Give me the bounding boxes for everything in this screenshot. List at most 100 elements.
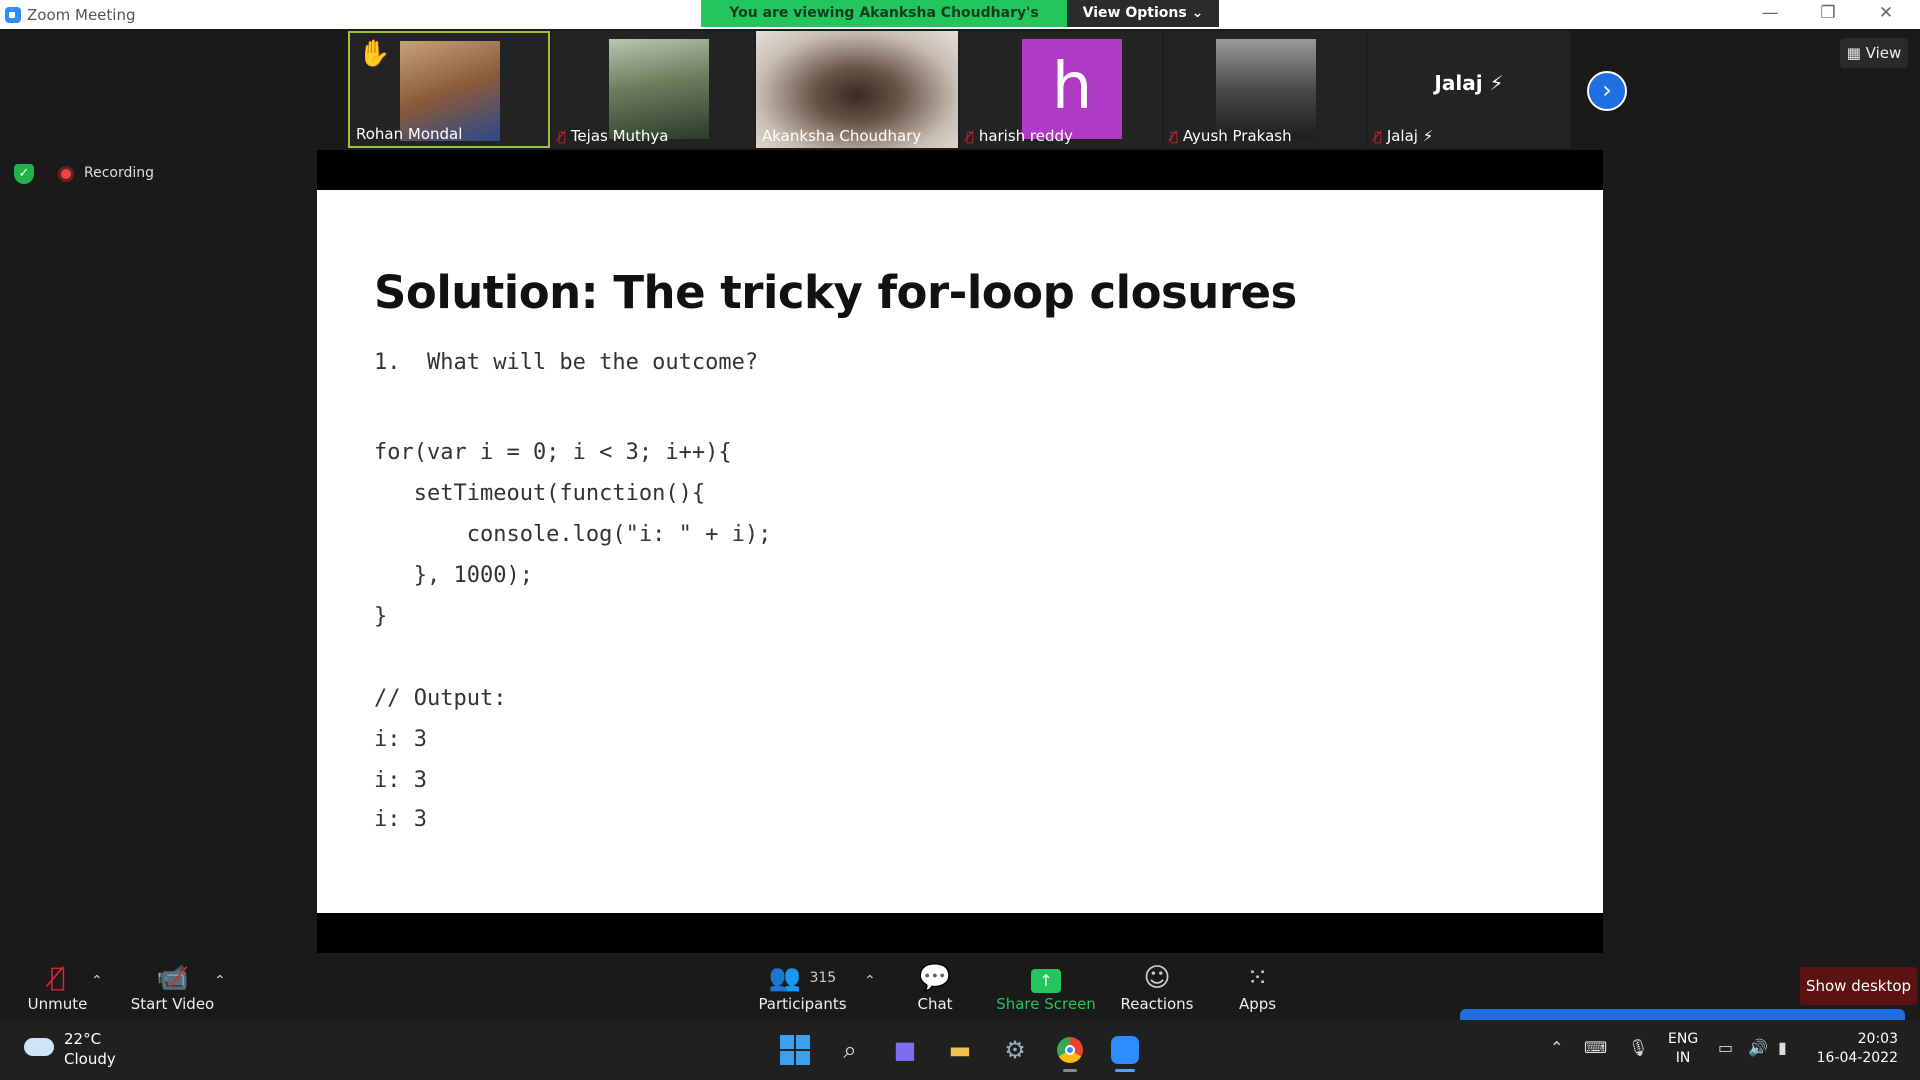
show-desktop-tooltip: Show desktop [1800,967,1917,1005]
share-screen-label: Share Screen [996,995,1096,1013]
tray-overflow-chevron-icon[interactable]: ⌃ [1550,1038,1563,1057]
zoom-logo [1111,1036,1139,1064]
muted-mic-icon: 🎙̸ [966,130,974,145]
participant-name: Rohan Mondal [356,125,463,143]
reactions-icon: ☺ [1143,963,1171,993]
participant-name: Tejas Muthya [570,127,669,145]
unmute-label: Unmute [27,995,88,1013]
teams-chat-icon[interactable]: ■ [889,1034,921,1066]
code-line: }, 1000); [374,563,533,588]
code-line: } [374,604,388,629]
chrome-logo [1057,1037,1083,1063]
participant-name-row: 🎙̸ Tejas Muthya [558,127,669,145]
volume-icon[interactable]: 🔊 [1748,1038,1768,1057]
minimize-button[interactable]: — [1750,3,1790,23]
system-clock[interactable]: 20:03 16-04-2022 [1808,1030,1898,1068]
chat-label: Chat [917,995,953,1013]
participant-tile-ayush[interactable]: 🎙̸ Ayush Prakash [1164,31,1366,148]
participant-name-row: 🎙̸ Jalaj ⚡ [1374,127,1433,145]
windows-taskbar: 22°C Cloudy ⌕ ■ ▬ ⚙ ⌃ ⌨ 🎙 ENG IN ▭ 🔊 ▮ 2… [0,1020,1920,1080]
muted-mic-icon: 🎙̸ [49,963,66,993]
active-indicator [1115,1069,1135,1072]
participants-button[interactable]: 👥 315 Participants [755,961,850,1013]
code-line: setTimeout(function(){ [374,481,706,506]
video-options-chevron-icon[interactable]: ⌃ [214,973,226,989]
lightning-icon: ⚡ [1422,127,1434,145]
shared-slide: Solution: The tricky for-loop closures 1… [317,190,1603,913]
raised-hand-icon: ✋ [358,39,391,69]
chat-button[interactable]: 💬 Chat [905,961,965,1013]
notification-sliver [1460,1009,1905,1020]
participant-name: harish reddy [978,127,1073,145]
chat-icon: 💬 [918,963,952,993]
close-button[interactable]: ✕ [1866,3,1906,23]
reactions-button[interactable]: ☺ Reactions [1117,961,1197,1013]
windows-start-icon[interactable] [779,1034,811,1066]
network-icon[interactable]: ▭ [1718,1038,1733,1057]
unmute-button[interactable]: 🎙̸ Unmute [20,961,95,1013]
participants-icon-row: 👥 315 [755,961,850,995]
view-button-label: View [1865,44,1902,62]
view-button[interactable]: ▦ View [1840,38,1908,68]
code-line: console.log("i: " + i); [374,522,772,547]
participant-tile-harish[interactable]: h 🎙̸ harish reddy [960,31,1162,148]
recording-dot-icon[interactable] [58,166,74,182]
participants-label: Participants [758,995,847,1013]
participants-chevron-icon[interactable]: ⌃ [864,973,876,989]
output-line: i: 3 [374,727,427,752]
search-icon[interactable]: ⌕ [834,1034,866,1066]
participant-tile-jalaj[interactable]: Jalaj ⚡ 🎙̸ Jalaj ⚡ [1368,31,1570,148]
language-indicator[interactable]: ENG IN [1668,1030,1698,1068]
clock-time: 20:03 [1857,1031,1898,1047]
share-screen-icon-wrap: ↑ [996,961,1096,995]
share-screen-icon: ↑ [1031,969,1061,993]
share-screen-button[interactable]: ↑ Share Screen [996,961,1096,1013]
participant-video [609,39,709,139]
settings-gear-icon[interactable]: ⚙ [999,1034,1031,1066]
participant-name-row: 🎙̸ Ayush Prakash [1170,127,1292,145]
participants-count: 315 [809,970,837,986]
view-options-button[interactable]: View Options ⌄ [1067,0,1219,27]
muted-mic-icon: 🎙̸ [1374,130,1382,145]
slide-title: Solution: The tricky for-loop closures [374,266,1297,319]
participant-strip: ✋ Rohan Mondal 🎙̸ Tejas Muthya Akanksha C… [348,31,1570,148]
muted-mic-icon: 🎙̸ [558,130,566,145]
video-off-icon: 📹̸ [156,963,189,993]
share-letterbox-top [317,150,1603,190]
microphone-icon[interactable]: 🎙 [1628,1038,1648,1057]
keyboard-icon[interactable]: ⌨ [1584,1038,1607,1057]
clock-date: 16-04-2022 [1816,1050,1898,1066]
windows-logo [780,1035,811,1065]
apps-button[interactable]: ⁙ Apps [1220,961,1295,1013]
language-code: ENG [1668,1031,1699,1047]
cloud-icon [24,1038,54,1056]
participant-name-header: Jalaj ⚡ [1434,71,1504,95]
reactions-label: Reactions [1120,995,1194,1013]
participant-video [1216,39,1316,139]
audio-options-chevron-icon[interactable]: ⌃ [91,973,103,989]
battery-icon[interactable]: ▮ [1778,1038,1787,1057]
output-line: i: 3 [374,768,427,793]
file-explorer-icon[interactable]: ▬ [944,1034,976,1066]
participant-name: Akanksha Choudhary [762,127,922,145]
participant-tile-akanksha[interactable]: Akanksha Choudhary [756,31,958,148]
chrome-icon[interactable] [1054,1034,1086,1072]
window-title: Zoom Meeting [27,6,136,24]
weather-condition: Cloudy [64,1050,116,1068]
region-code: IN [1675,1050,1691,1066]
viewing-screen-banner: You are viewing Akanksha Choudhary's scr… [701,0,1067,48]
participant-name: Jalaj [1386,127,1418,145]
restore-button[interactable]: ❐ [1808,3,1848,23]
avatar: h [1022,39,1122,139]
code-line: for(var i = 0; i < 3; i++){ [374,440,732,465]
zoom-app-icon [5,7,21,23]
participant-tile-rohan[interactable]: ✋ Rohan Mondal [348,31,550,148]
output-line: i: 3 [374,807,427,832]
muted-mic-icon: 🎙̸ [1170,130,1178,145]
running-indicator [1063,1069,1077,1072]
participant-tile-tejas[interactable]: 🎙̸ Tejas Muthya [552,31,754,148]
next-page-icon[interactable]: › [1587,71,1627,111]
zoom-taskbar-icon[interactable] [1109,1034,1141,1072]
participant-name-row: 🎙̸ harish reddy [966,127,1073,145]
start-video-button[interactable]: 📹̸ Start Video [130,961,215,1013]
